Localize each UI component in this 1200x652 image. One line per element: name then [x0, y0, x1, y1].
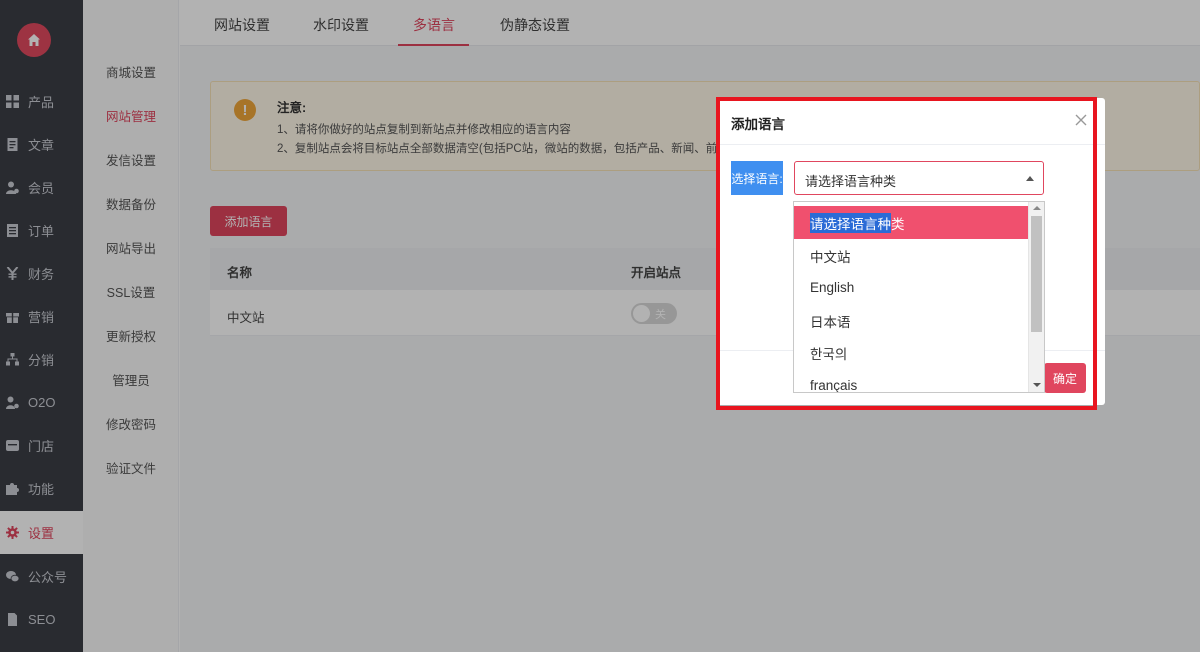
scrollbar-thumb[interactable]: [1031, 216, 1042, 332]
option-french[interactable]: français: [794, 369, 1028, 392]
scroll-down-arrow-icon[interactable]: [1033, 383, 1041, 387]
option-placeholder[interactable]: 请选择语言种类: [794, 206, 1028, 239]
option-japanese[interactable]: 日本语: [794, 304, 1028, 337]
option-selected-text: 请选择语言种: [810, 212, 891, 233]
language-dropdown-list: 请选择语言种类 中文站 English 日本语 한국의 français: [793, 201, 1045, 393]
dialog-divider: [717, 144, 1105, 145]
option-korean[interactable]: 한국의: [794, 336, 1028, 369]
confirm-button[interactable]: 确定: [1044, 363, 1086, 393]
language-select[interactable]: 请选择语言种类: [794, 161, 1044, 195]
language-field-label: 选择语言:: [731, 161, 783, 195]
dialog-title: 添加语言: [731, 117, 785, 132]
option-chinese-site[interactable]: 中文站: [794, 239, 1028, 272]
option-english[interactable]: English: [794, 271, 1028, 304]
option-rest-text: 类: [891, 216, 905, 232]
close-icon[interactable]: [1073, 112, 1089, 128]
scroll-up-arrow-icon[interactable]: [1033, 206, 1041, 210]
dropdown-scrollbar[interactable]: [1028, 202, 1044, 392]
select-value: 请选择语言种类: [805, 174, 897, 189]
caret-up-icon: [1026, 176, 1034, 181]
